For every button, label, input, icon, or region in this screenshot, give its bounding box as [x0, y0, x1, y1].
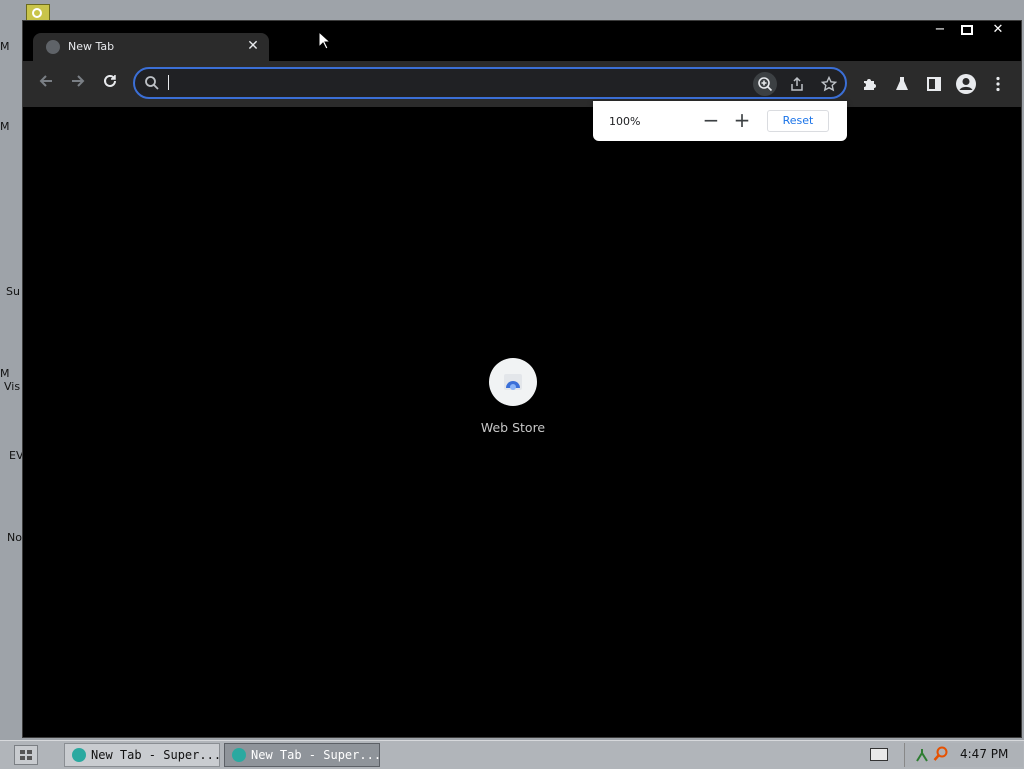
zoom-in-button[interactable]: +	[732, 110, 752, 131]
zoom-level: 100%	[609, 115, 641, 128]
start-menu-button[interactable]	[14, 745, 38, 765]
forward-button[interactable]	[65, 71, 91, 97]
shortcut-web-store[interactable]: Web Store	[463, 358, 563, 435]
tab-new-tab[interactable]: New Tab ✕	[33, 33, 269, 61]
zoom-out-button[interactable]: −	[701, 110, 721, 131]
maximize-window-button[interactable]	[952, 21, 982, 39]
search-icon	[145, 76, 159, 90]
taskbar-button-label: New Tab - Super...	[251, 748, 380, 762]
labs-flask-icon[interactable]	[891, 73, 913, 95]
address-bar[interactable]	[133, 67, 847, 99]
network-icon[interactable]	[915, 747, 929, 763]
taskbar-button-label: New Tab - Super...	[91, 748, 220, 762]
system-tray: 4:47 PM	[904, 743, 1023, 767]
browser-app-icon	[232, 748, 246, 762]
zoom-popup: 100% − + Reset	[593, 101, 847, 141]
browser-window: New Tab ✕ − ✕ Web Store	[22, 20, 1022, 738]
menu-kebab-icon[interactable]	[987, 73, 1009, 95]
taskbar-button[interactable]: New Tab - Super...	[64, 743, 220, 767]
clock[interactable]: 4:47 PM	[960, 747, 1008, 761]
back-arrow-icon	[39, 75, 52, 87]
text-caret	[168, 75, 169, 90]
minimize-window-button[interactable]: −	[925, 21, 955, 39]
search-tray-icon[interactable]	[933, 746, 949, 762]
taskbar: New Tab - Super... New Tab - Super... 4:…	[0, 740, 1024, 769]
profile-avatar-icon[interactable]	[955, 73, 977, 95]
taskbar-button-active[interactable]: New Tab - Super...	[224, 743, 380, 767]
web-store-icon	[489, 358, 537, 406]
mouse-cursor-icon	[318, 31, 332, 50]
tab-title: New Tab	[68, 40, 115, 53]
address-input[interactable]	[167, 73, 731, 95]
title-bar: New Tab ✕ − ✕	[23, 21, 1021, 61]
close-tab-icon[interactable]: ✕	[245, 38, 261, 54]
browser-app-icon	[72, 748, 86, 762]
zoom-icon[interactable]	[753, 72, 777, 96]
close-window-button[interactable]: ✕	[983, 21, 1013, 39]
extensions-icon[interactable]	[859, 73, 881, 95]
desktop-icon-label[interactable]: M	[0, 120, 22, 133]
browser-toolbar	[23, 61, 1021, 107]
keyboard-icon[interactable]	[870, 748, 888, 761]
back-button[interactable]	[33, 71, 59, 97]
desktop-icon-label[interactable]: M	[0, 40, 22, 53]
globe-icon	[46, 40, 60, 54]
desktop-icon-label[interactable]: M	[0, 367, 22, 380]
bookmark-star-icon[interactable]	[817, 72, 841, 96]
shortcut-label: Web Store	[480, 420, 546, 435]
zoom-reset-button[interactable]: Reset	[767, 110, 829, 132]
share-icon[interactable]	[785, 72, 809, 96]
forward-arrow-icon	[72, 75, 85, 87]
reload-icon	[104, 74, 116, 87]
side-panel-icon[interactable]	[923, 73, 945, 95]
reload-button[interactable]	[97, 71, 123, 97]
